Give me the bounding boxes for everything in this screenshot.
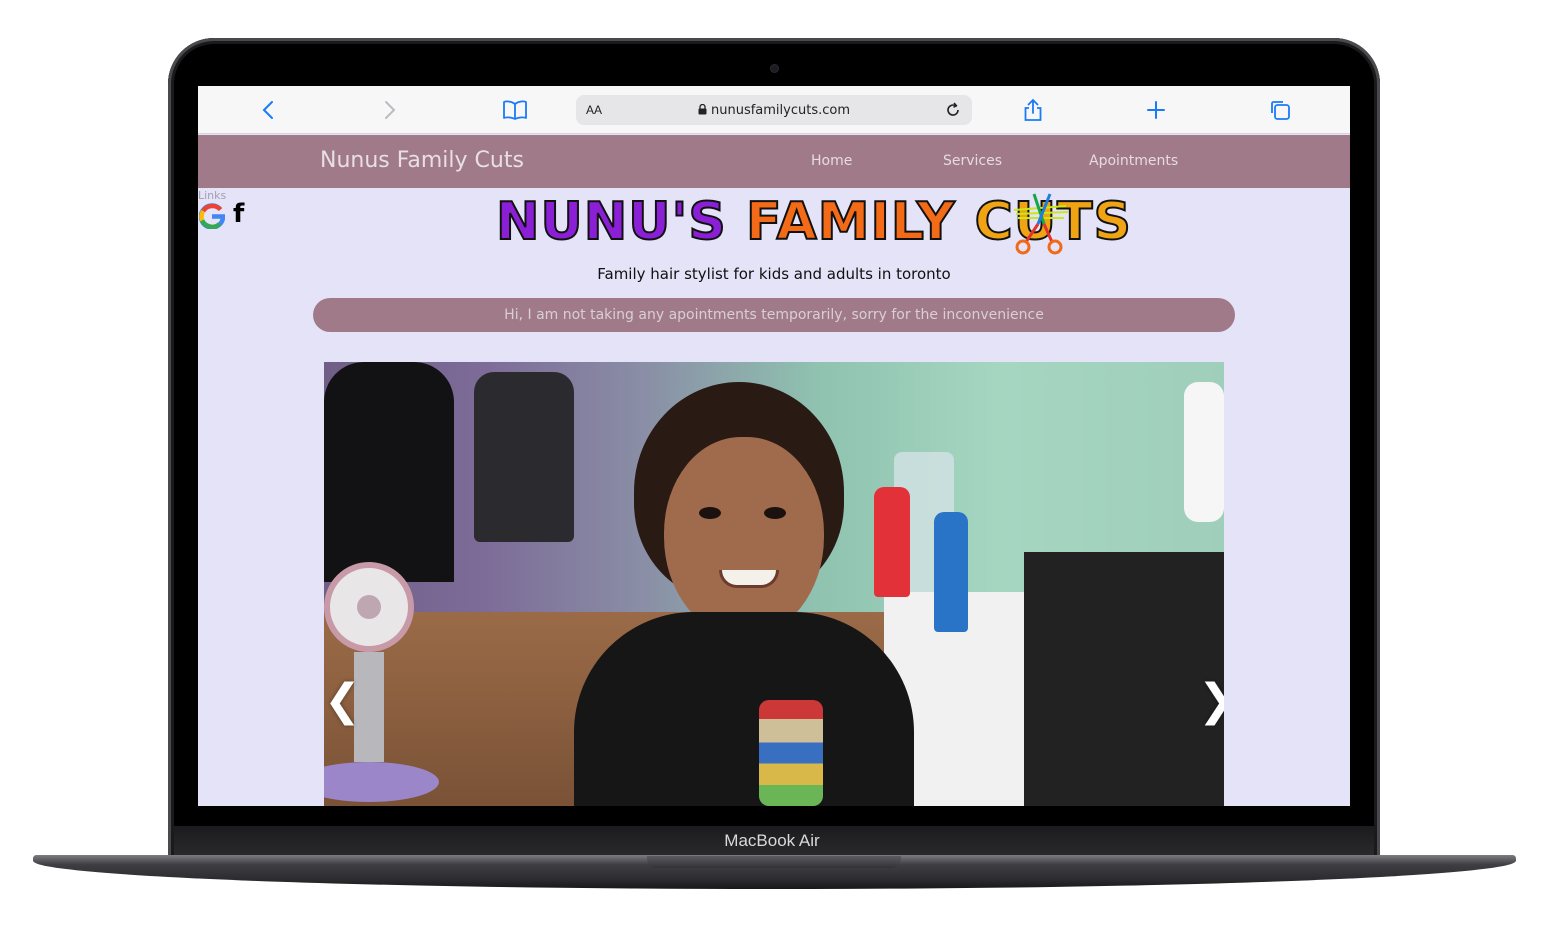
slide-person-background xyxy=(324,362,454,582)
site-logo: NUNU'S FAMILY CUTS xyxy=(495,190,1132,258)
slide-child xyxy=(574,382,914,806)
reload-icon[interactable] xyxy=(944,101,962,119)
browser-toolbar: AA nunusfamilycuts.com xyxy=(198,86,1350,134)
links-label: Links xyxy=(198,189,227,202)
google-icon[interactable] xyxy=(199,203,225,229)
url-text: nunusfamilycuts.com xyxy=(710,103,850,118)
tabs-icon xyxy=(1271,101,1290,120)
bookmarks-button[interactable] xyxy=(501,96,529,124)
chevron-left-icon xyxy=(262,101,273,119)
child-face xyxy=(664,437,824,637)
lock-icon xyxy=(698,104,707,115)
camera-icon xyxy=(771,65,778,72)
tabs-overview-button[interactable] xyxy=(1267,96,1293,124)
plus-icon xyxy=(1147,101,1165,119)
chevron-right-icon xyxy=(385,101,396,119)
book-icon xyxy=(503,100,527,120)
child-toy xyxy=(759,700,823,806)
child-dress xyxy=(574,612,914,806)
slideshow-prev-button[interactable]: ❮ xyxy=(324,675,361,726)
slide-bin xyxy=(474,372,574,542)
child-smile xyxy=(719,570,779,588)
new-tab-button[interactable] xyxy=(1144,96,1168,124)
child-eye-right xyxy=(764,507,786,519)
back-button[interactable] xyxy=(256,96,280,124)
device-label: MacBook Air xyxy=(724,831,820,850)
slide-paper-towel xyxy=(1184,382,1224,522)
slideshow: ❮ ❯ xyxy=(324,362,1224,806)
share-icon xyxy=(1024,98,1042,121)
slide-spray-can xyxy=(934,512,968,632)
nav-appointments-link[interactable]: Apointments xyxy=(1089,153,1178,169)
forward-button[interactable] xyxy=(378,96,402,124)
address-bar[interactable]: AA nunusfamilycuts.com xyxy=(576,95,972,125)
logo-word-family: FAMILY xyxy=(745,191,956,253)
nav-home-link[interactable]: Home xyxy=(811,153,852,169)
facebook-icon[interactable]: f xyxy=(233,199,244,229)
nav-services-link[interactable]: Services xyxy=(943,153,1002,169)
screen: AA nunusfamilycuts.com Nunus Family Cuts… xyxy=(198,86,1350,806)
site-navbar: Nunus Family Cuts Home Services Apointme… xyxy=(198,135,1350,188)
url-display: nunusfamilycuts.com xyxy=(576,103,972,118)
laptop-notch xyxy=(647,856,901,868)
tagline: Family hair stylist for kids and adults … xyxy=(597,265,951,283)
notice-banner: Hi, I am not taking any apointments temp… xyxy=(313,298,1235,332)
slide-cart xyxy=(1024,552,1224,806)
share-button[interactable] xyxy=(1021,96,1045,124)
site-brand-link[interactable]: Nunus Family Cuts xyxy=(320,148,524,173)
logo-word-nunus: NUNU'S xyxy=(495,191,727,253)
scissors-icon xyxy=(1013,193,1069,255)
child-eye-left xyxy=(699,507,721,519)
slideshow-next-button[interactable]: ❯ xyxy=(1198,675,1224,726)
